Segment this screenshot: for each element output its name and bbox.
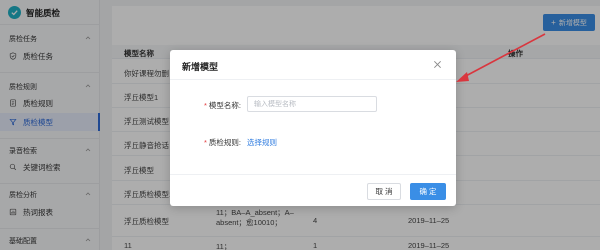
required-marker: * [204, 138, 207, 147]
close-icon[interactable] [433, 60, 442, 69]
model-name-label: * 模型名称: [204, 100, 241, 111]
dialog-header: 新增模型 [170, 50, 456, 80]
required-marker: * [204, 101, 207, 110]
confirm-button[interactable]: 确 定 [410, 183, 446, 200]
cancel-button[interactable]: 取 消 [367, 183, 401, 200]
dialog-footer: 取 消 确 定 [170, 174, 456, 206]
model-name-label-text: 模型名称: [208, 101, 242, 110]
rule-label: * 质检规则: [204, 137, 241, 148]
model-name-input[interactable] [248, 97, 376, 111]
model-name-field[interactable] [247, 96, 377, 112]
add-model-dialog: 新增模型 *模型名称: *质检规则: 选择规则 取 消 确 定 [170, 50, 456, 206]
select-rule-link[interactable]: 选择规则 [247, 137, 277, 148]
dialog-title: 新增模型 [182, 62, 219, 72]
rule-label-text: 质检规则: [208, 138, 242, 147]
